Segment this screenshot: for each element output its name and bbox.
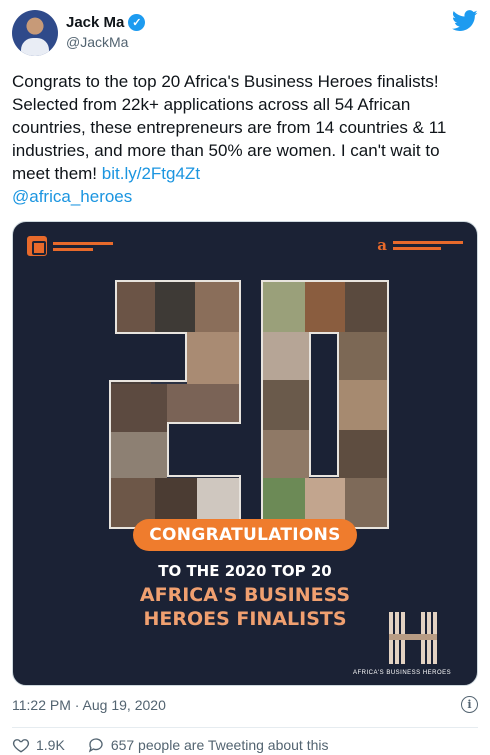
alibaba-logo-mark: a xyxy=(377,236,387,254)
abh-logo xyxy=(27,236,113,256)
heroes-footer-text: AFRICA'S BUSINESS HEROES xyxy=(353,670,452,676)
big-number-label: 20 xyxy=(103,272,121,276)
media-line-1: TO THE 2020 TOP 20 xyxy=(158,562,332,580)
tweet-timestamp[interactable]: 11:22 PM · Aug 19, 2020 xyxy=(12,697,166,713)
name-row: Jack Ma ✓ xyxy=(66,14,146,31)
divider xyxy=(12,727,478,728)
alibaba-logo-text xyxy=(393,240,463,250)
display-name[interactable]: Jack Ma xyxy=(66,14,124,31)
heart-icon xyxy=(12,739,30,753)
media-line-2: AFRICA'S BUSINESS xyxy=(139,584,351,606)
tweet-link[interactable]: bit.ly/2Ftg4Zt xyxy=(102,164,200,183)
comment-icon xyxy=(88,738,103,753)
handle[interactable]: @JackMa xyxy=(66,34,128,50)
heroes-h-logo xyxy=(389,612,437,664)
tweet-body: Congrats to the top 20 Africa's Business… xyxy=(12,72,447,183)
avatar[interactable] xyxy=(12,10,58,56)
info-icon[interactable]: i xyxy=(461,696,478,713)
mention-link[interactable]: @africa_heroes xyxy=(12,187,132,206)
tweet-header: Jack Ma ✓ @JackMa xyxy=(12,10,478,58)
tweet-media-image[interactable]: a CONGRATULATIONS TO THE 2020 TOP 20 AFR… xyxy=(12,221,478,686)
tweeting-about-link[interactable]: 657 people are Tweeting about this xyxy=(87,736,329,754)
congratulations-banner: CONGRATULATIONS xyxy=(133,519,357,551)
twitter-bird-icon[interactable] xyxy=(452,10,478,32)
like-button[interactable]: 1.9K xyxy=(12,736,65,754)
abh-logo-mark xyxy=(27,236,47,256)
verified-badge-icon: ✓ xyxy=(128,14,146,31)
tweet-actions: 1.9K 657 people are Tweeting about this xyxy=(12,736,343,754)
tweet-text: Congrats to the top 20 Africa's Business… xyxy=(12,70,478,208)
finalists-photo-collage: 20 xyxy=(103,272,389,529)
tweeting-about-text: 657 people are Tweeting about this xyxy=(110,737,329,753)
alibaba-foundation-logo: a xyxy=(377,236,463,254)
abh-logo-text xyxy=(53,241,113,251)
like-count: 1.9K xyxy=(36,737,65,753)
